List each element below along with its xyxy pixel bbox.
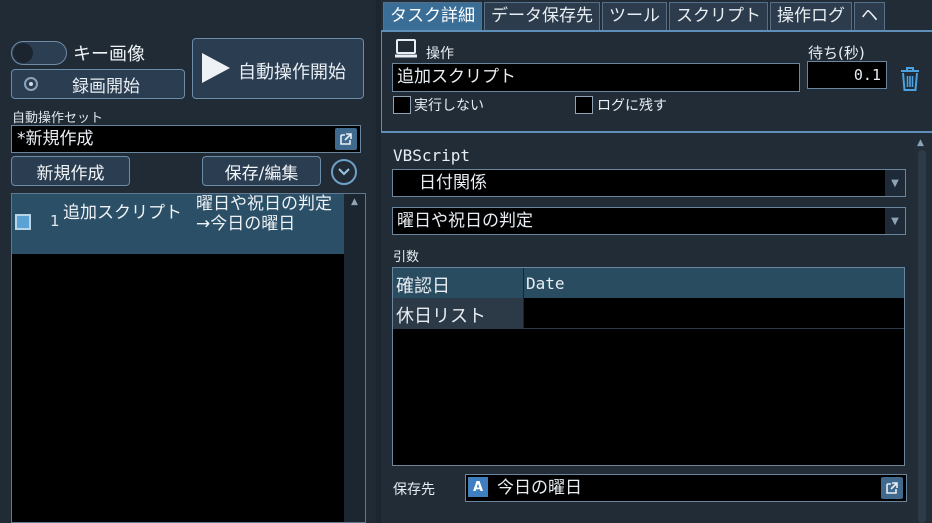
column-divider <box>523 268 524 328</box>
tab-data-destination[interactable]: データ保存先 <box>484 2 600 30</box>
play-icon <box>202 53 230 83</box>
trash-icon[interactable] <box>899 66 921 92</box>
toggle-knob <box>13 43 33 63</box>
scroll-thumb[interactable] <box>918 150 926 523</box>
chevron-down-icon[interactable]: ▼ <box>885 170 905 196</box>
row-task-name: 追加スクリプト <box>63 203 182 223</box>
save-destination-field[interactable]: 今日の曜日 <box>465 474 907 502</box>
open-external-icon[interactable] <box>335 128 357 150</box>
table-row[interactable] <box>393 268 904 298</box>
record-start-label: 録画開始 <box>72 77 140 97</box>
tab-bar: タスク詳細 データ保存先 ツール スクリプト 操作ログ ヘ <box>383 2 887 30</box>
scroll-up-icon[interactable]: ▲ <box>344 197 365 207</box>
keep-log-label: ログに残す <box>597 98 667 114</box>
key-image-label: キー画像 <box>73 44 145 65</box>
auto-operation-set-field[interactable]: *新規作成 <box>11 125 361 153</box>
tab-tools[interactable]: ツール <box>602 2 667 30</box>
auto-operation-set-label: 自動操作セット <box>12 111 104 126</box>
tab-operation-log[interactable]: 操作ログ <box>770 2 852 30</box>
open-external-icon[interactable] <box>881 477 903 499</box>
save-edit-button[interactable]: 保存/編集 <box>202 156 321 186</box>
operation-label: 操作 <box>426 46 454 62</box>
no-exec-checkbox[interactable] <box>393 96 411 114</box>
category-select[interactable]: 日付関係 <box>392 169 906 197</box>
vbscript-label: VBScript <box>393 146 471 165</box>
scroll-up-icon[interactable]: ▲ <box>917 138 924 148</box>
row-divider <box>393 328 904 329</box>
no-exec-label: 実行しない <box>414 98 484 114</box>
variable-type-badge: A <box>468 477 488 497</box>
argument-name: 確認日 <box>396 276 450 297</box>
keep-log-checkbox[interactable] <box>575 96 593 114</box>
operation-name-field[interactable]: 追加スクリプト <box>392 63 800 92</box>
list-scrollbar[interactable]: ▲ <box>344 194 365 522</box>
arguments-label: 引数 <box>393 250 420 265</box>
chevron-down-icon[interactable]: ▼ <box>885 208 905 234</box>
save-destination-label: 保存先 <box>393 482 435 498</box>
computer-icon <box>394 38 418 60</box>
tab-task-detail[interactable]: タスク詳細 <box>383 2 482 30</box>
record-radio-dot <box>29 82 33 86</box>
tab-script[interactable]: スクリプト <box>669 2 768 30</box>
wait-seconds-field[interactable]: 0.1 <box>807 61 887 89</box>
argument-name: 休日リスト <box>396 306 486 327</box>
chevron-down-icon[interactable] <box>331 159 357 185</box>
row-marker-icon <box>15 214 31 230</box>
section-divider <box>381 131 932 133</box>
tab-help[interactable]: ヘ <box>854 2 885 30</box>
function-select[interactable]: 曜日や祝日の判定 <box>392 207 906 235</box>
wait-seconds-label: 待ち(秒) <box>808 44 865 62</box>
new-create-button[interactable]: 新規作成 <box>11 156 130 186</box>
row-task-description: 曜日や祝日の判定 →今日の曜日 <box>196 194 332 234</box>
argument-value[interactable]: Date <box>526 274 565 293</box>
row-number: 1 <box>50 212 60 230</box>
auto-operation-start-label: 自動操作開始 <box>238 62 346 83</box>
